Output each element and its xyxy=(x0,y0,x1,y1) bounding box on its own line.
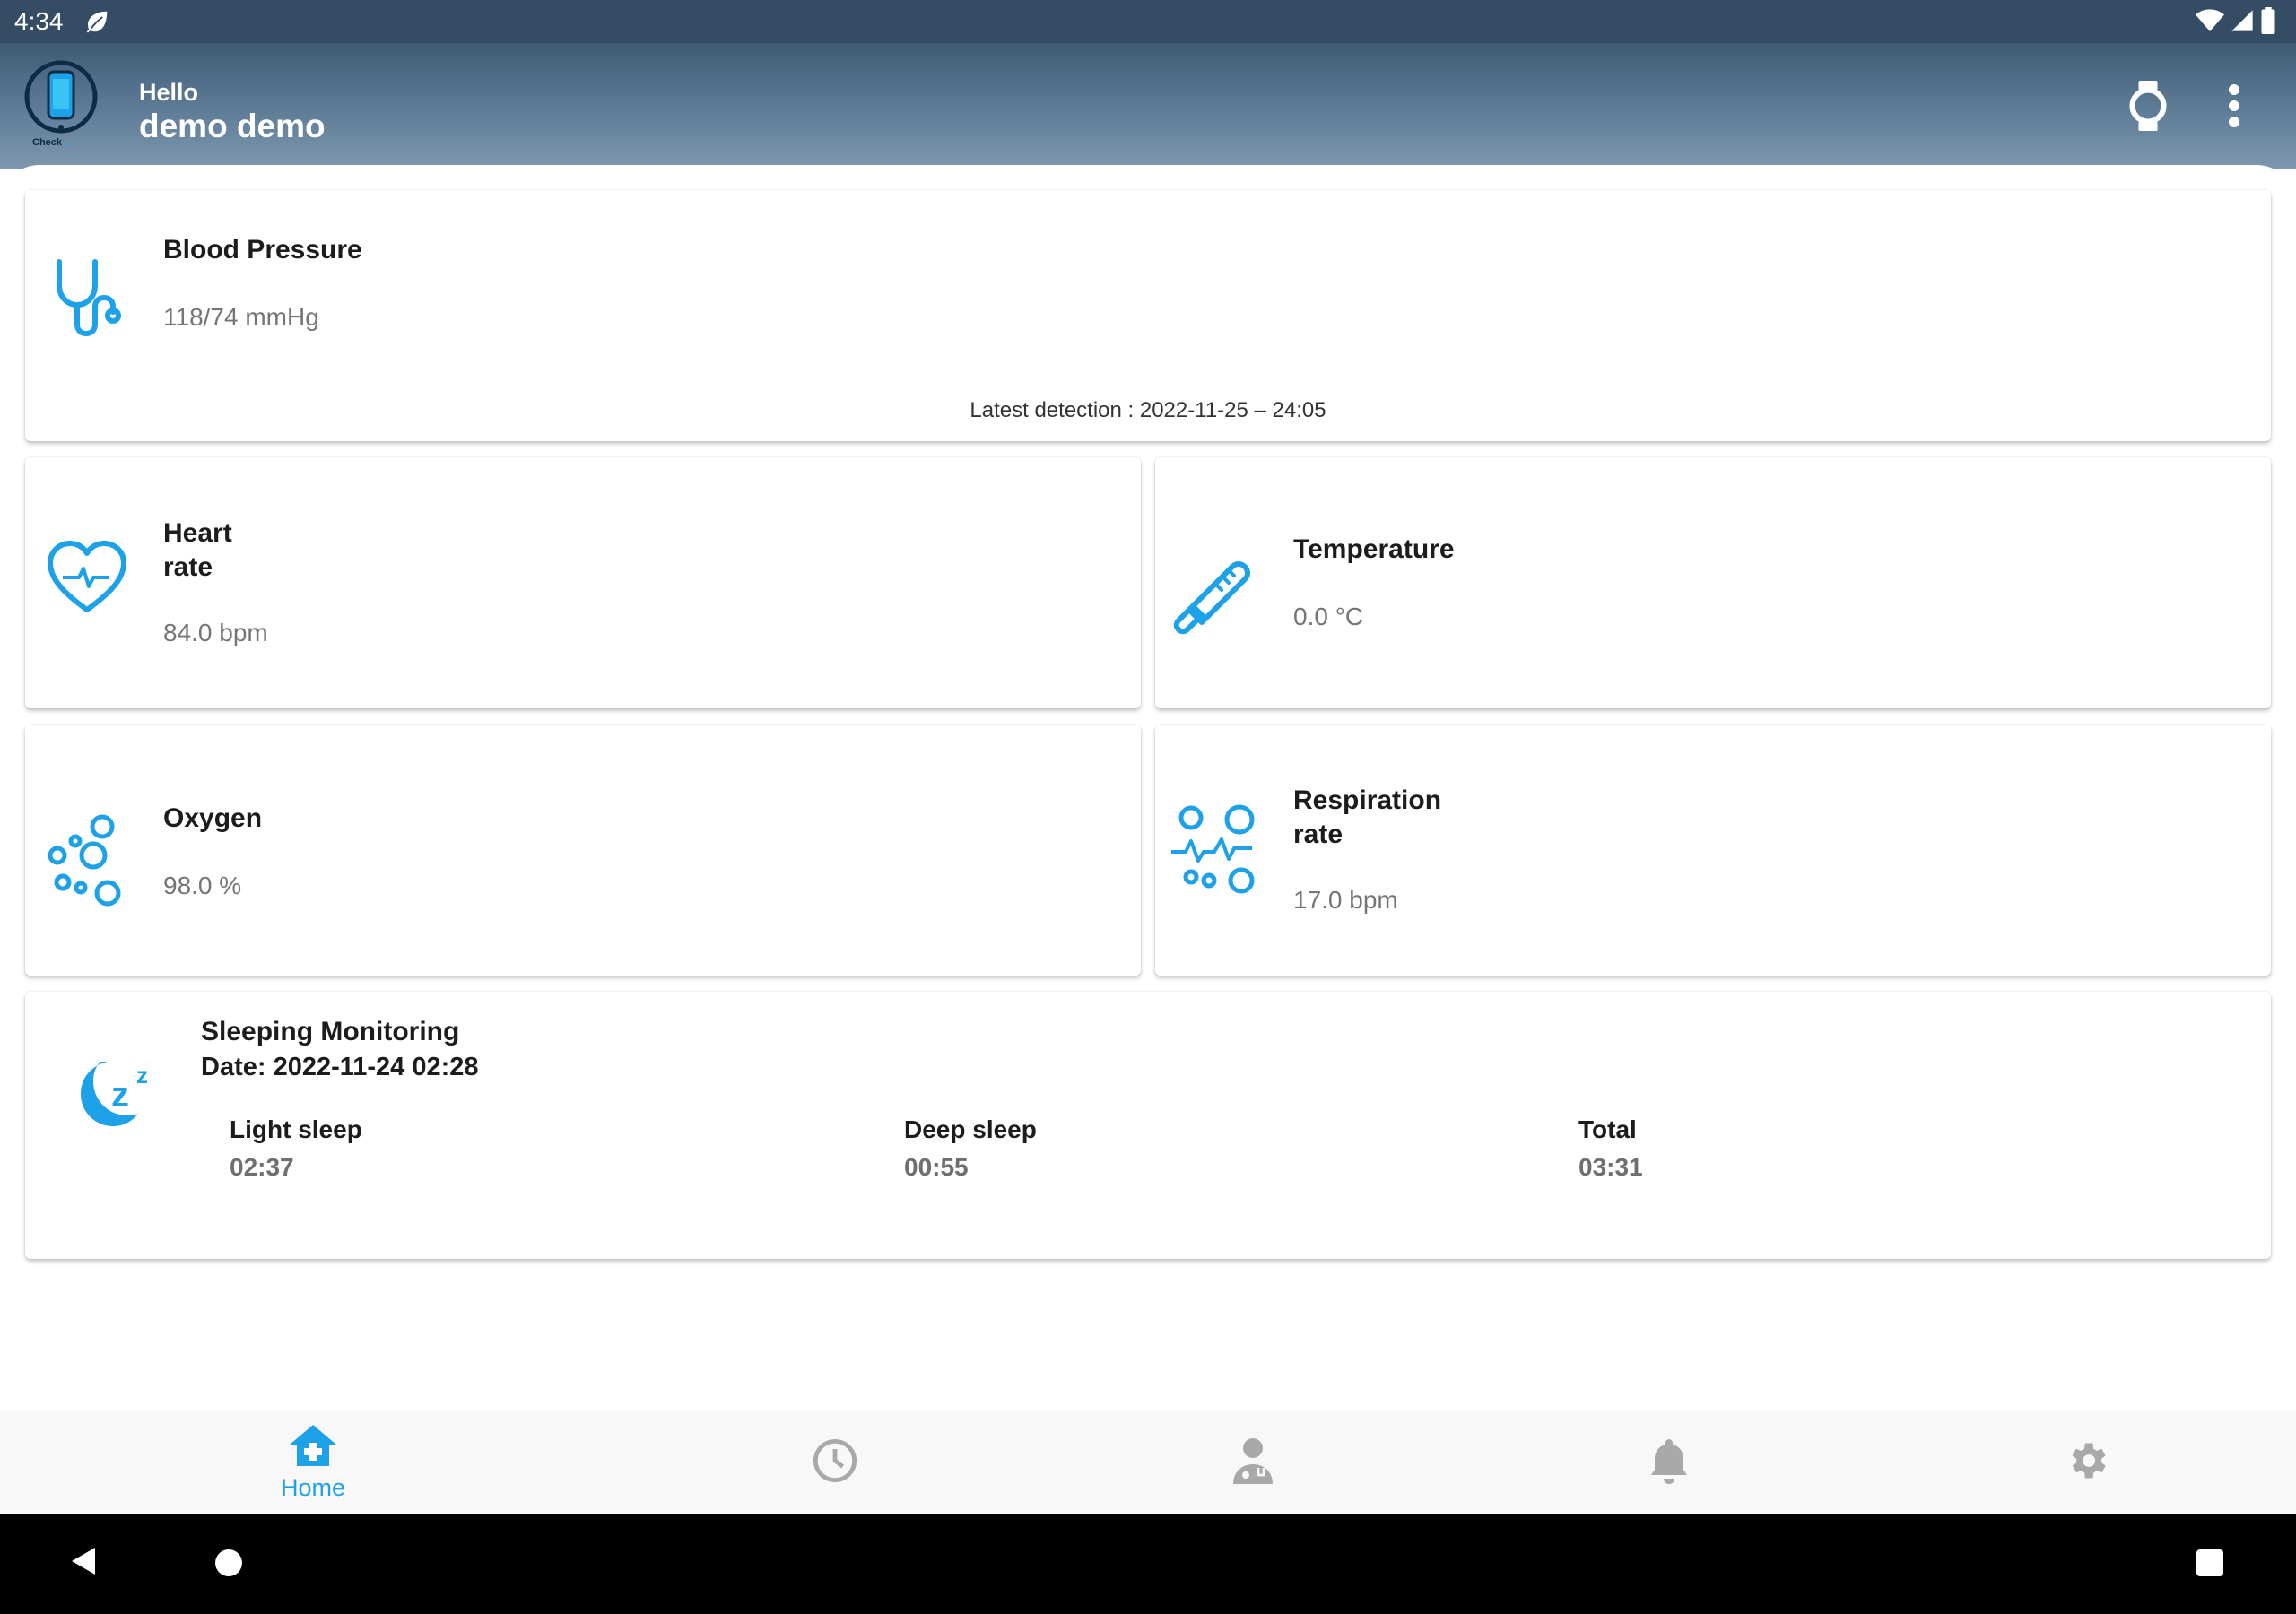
bottom-nav: Home xyxy=(0,1411,2296,1514)
sleep-light: Light sleep 02:37 xyxy=(230,1115,362,1182)
nav-history[interactable] xyxy=(626,1411,1044,1514)
card-value: 98.0 % xyxy=(163,872,242,899)
sleep-title: Sleeping Monitoring xyxy=(201,1017,460,1046)
sleep-deep: Deep sleep 00:55 xyxy=(904,1115,1037,1182)
leaf-icon xyxy=(83,7,112,36)
sleep-moon-icon: z z xyxy=(74,1056,163,1132)
card-title: Blood Pressure xyxy=(163,235,362,265)
svg-text:Check: Check xyxy=(32,137,63,147)
bell-icon xyxy=(1649,1437,1689,1488)
sleep-date: Date: 2022-11-24 02:28 xyxy=(201,1053,479,1081)
wifi-icon xyxy=(2196,8,2224,38)
back-icon[interactable] xyxy=(70,1546,97,1581)
blood-pressure-card[interactable]: Blood Pressure 118/74 mmHg Latest detect… xyxy=(25,190,2271,441)
card-title-line2: rate xyxy=(163,552,213,582)
greeting-label: Hello xyxy=(139,79,199,106)
sleep-light-value: 02:37 xyxy=(230,1153,294,1181)
history-clock-icon xyxy=(812,1437,858,1488)
user-name: demo demo xyxy=(139,108,326,144)
latest-detection: Latest detection : 2022-11-25 – 24:05 xyxy=(970,398,1326,422)
oxygen-card[interactable]: Oxygen 98.0 % xyxy=(25,725,1141,976)
more-vert-icon[interactable] xyxy=(2221,81,2248,131)
card-value: 118/74 mmHg xyxy=(163,303,319,331)
card-title-line2: rate xyxy=(1293,820,1344,849)
cell-signal-icon xyxy=(2230,8,2255,38)
system-nav-bar xyxy=(0,1514,2296,1614)
heart-rate-card[interactable]: Heart rate 84.0 bpm xyxy=(25,457,1141,708)
card-value: 84.0 bpm xyxy=(163,619,268,646)
recents-square-icon[interactable] xyxy=(2196,1549,2223,1576)
sleep-deep-value: 00:55 xyxy=(904,1153,969,1181)
status-time: 4:34 xyxy=(14,7,64,35)
app-logo[interactable]: Check .. xyxy=(23,59,100,148)
oxygen-bubbles-icon xyxy=(45,814,127,914)
stethoscope-icon xyxy=(50,256,126,342)
sleep-total: Total 03:31 xyxy=(1578,1115,1643,1182)
app-header: Check .. Hello demo demo xyxy=(0,43,2296,169)
settings-gear-icon xyxy=(2064,1437,2110,1488)
nav-home[interactable]: Home xyxy=(104,1411,522,1514)
home-medical-icon xyxy=(288,1423,338,1472)
nav-doctor[interactable] xyxy=(1044,1411,1462,1514)
sleep-deep-label: Deep sleep xyxy=(904,1115,1037,1143)
doctor-icon xyxy=(1231,1437,1274,1488)
respiration-icon xyxy=(1170,802,1259,901)
sleep-total-value: 03:31 xyxy=(1578,1153,1643,1181)
nav-settings[interactable] xyxy=(1878,1411,2296,1514)
sleep-total-label: Total xyxy=(1578,1115,1637,1143)
nav-home-label: Home xyxy=(280,1474,346,1501)
card-title: Oxygen xyxy=(163,803,263,833)
nav-notifications[interactable] xyxy=(1460,1411,1878,1514)
card-title: Respiration rate xyxy=(1293,784,1441,852)
heart-pulse-icon xyxy=(47,540,127,620)
sleep-light-label: Light sleep xyxy=(230,1115,362,1143)
respiration-card[interactable]: Respiration rate 17.0 bpm xyxy=(1155,725,2271,976)
battery-icon xyxy=(2260,7,2276,39)
card-title: Temperature xyxy=(1293,534,1455,564)
card-title: Heart rate xyxy=(163,516,232,585)
svg-text:..: .. xyxy=(65,137,70,147)
card-title-line1: Respiration xyxy=(1293,785,1442,815)
sleep-monitoring-card[interactable]: z z Sleeping Monitoring Date: 2022-11-24… xyxy=(25,992,2271,1259)
temperature-card[interactable]: Temperature 0.0 °C xyxy=(1155,457,2271,708)
card-value: 0.0 °C xyxy=(1293,603,1364,630)
svg-text:z: z xyxy=(111,1075,129,1115)
card-title-line1: Heart xyxy=(163,518,232,548)
status-bar: 4:34 xyxy=(0,0,2296,43)
watch-icon[interactable] xyxy=(2129,81,2167,131)
svg-text:z: z xyxy=(136,1062,148,1089)
card-value: 17.0 bpm xyxy=(1293,886,1398,914)
thermometer-icon xyxy=(1170,556,1256,639)
home-circle-icon[interactable] xyxy=(215,1549,242,1576)
